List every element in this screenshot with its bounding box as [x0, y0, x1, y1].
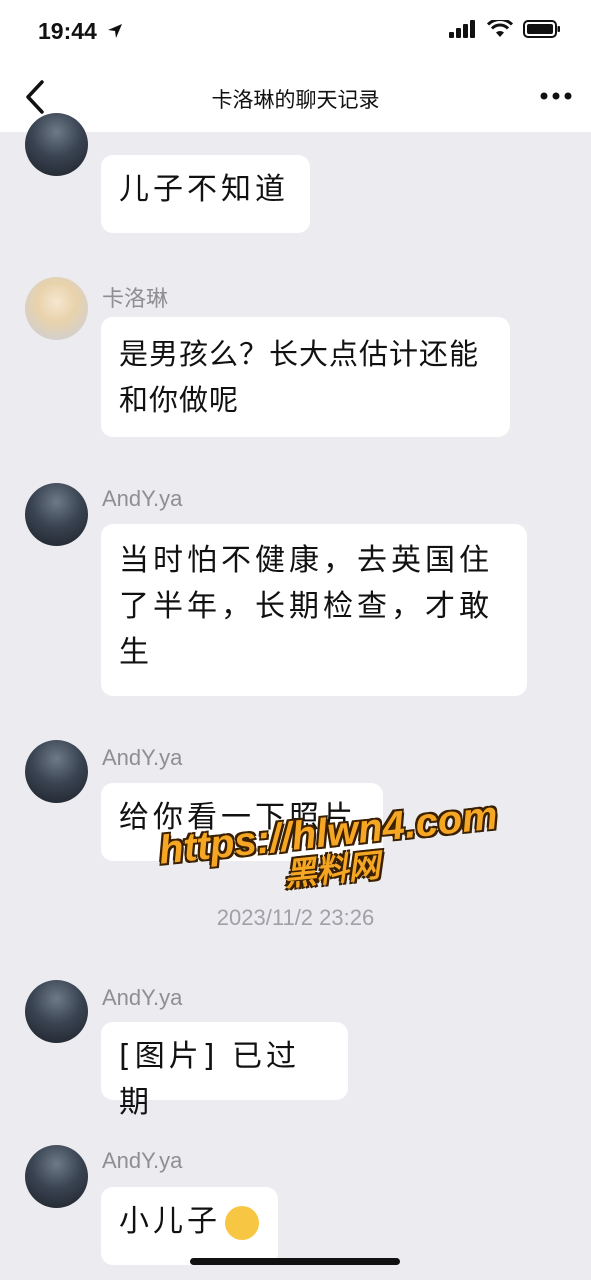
timestamp: 2023/11/2 23:26 [216, 905, 375, 930]
sender-name: AndY.ya [102, 985, 183, 1010]
sender-name: 卡洛琳 [102, 286, 169, 311]
avatar[interactable] [25, 980, 88, 1043]
avatar[interactable] [25, 740, 88, 803]
message-text: 儿子不知道 [119, 172, 289, 207]
home-indicator [190, 1258, 400, 1265]
avatar[interactable] [25, 1145, 88, 1208]
message-text: [图片] 已过期 [119, 1039, 300, 1120]
sender-name: AndY.ya [102, 1148, 183, 1173]
battery-icon [523, 20, 560, 38]
avatar[interactable] [25, 277, 88, 340]
more-options-icon[interactable] [539, 88, 573, 104]
signal-icon [449, 20, 475, 38]
page-title: 卡洛琳的聊天记录 [211, 88, 380, 112]
emoji-icon [225, 1205, 259, 1240]
status-bar: 19:44 [0, 0, 591, 62]
message-text: 当时怕不健康，去英国住了半年，长期检查，才敢生 [119, 543, 493, 670]
message-bubble[interactable]: 当时怕不健康，去英国住了半年，长期检查，才敢生 [101, 524, 527, 696]
message-bubble[interactable]: 小儿子 [101, 1187, 278, 1265]
avatar[interactable] [25, 483, 88, 546]
message-text: 是男孩么？长大点估计还能和你做呢 [119, 337, 480, 417]
avatar[interactable] [25, 113, 88, 176]
message-bubble[interactable]: [图片] 已过期 [101, 1022, 348, 1120]
status-time: 19:44 [38, 18, 97, 44]
message-text: 小儿子 [119, 1204, 221, 1239]
nav-bar: 卡洛琳的聊天记录 [0, 62, 591, 132]
sender-name: AndY.ya [102, 745, 183, 770]
location-arrow-icon [108, 24, 122, 38]
message-bubble[interactable]: 儿子不知道 [101, 155, 310, 233]
message-bubble[interactable]: 是男孩么？长大点估计还能和你做呢 [101, 317, 510, 437]
sender-name: AndY.ya [102, 486, 183, 511]
wifi-icon [487, 20, 513, 37]
